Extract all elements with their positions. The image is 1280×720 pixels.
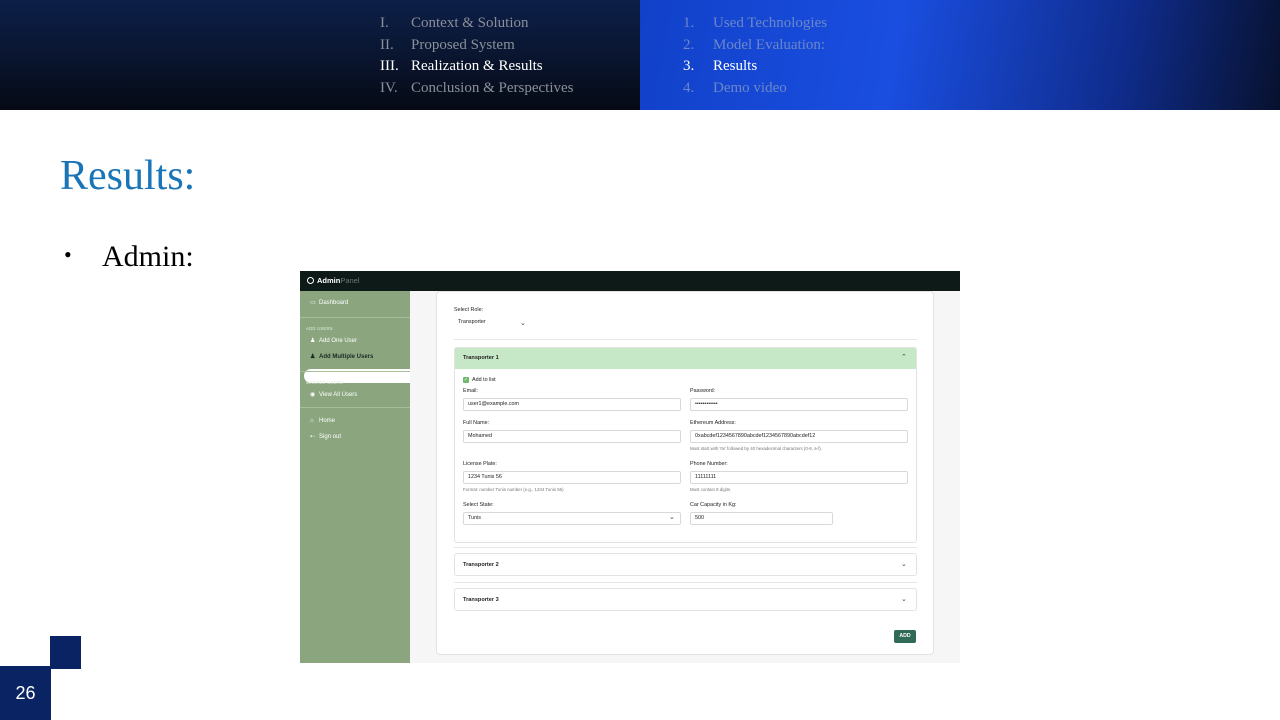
- ethereum-address-field[interactable]: 0xabcdef1234567890abcdef1234567890abcdef…: [690, 430, 908, 443]
- outline-item: I. Context & Solution: [380, 13, 573, 35]
- sign-out-icon: ⇠: [310, 434, 316, 440]
- page-number: 26: [0, 666, 51, 720]
- form-card: Select Role: Transporter ⌄ Transporter 1…: [436, 291, 934, 655]
- license-plate-label: License Plate:: [463, 461, 497, 467]
- full-name-label: Full Name:: [463, 420, 490, 426]
- email-label: Email:: [463, 388, 478, 394]
- license-plate-field[interactable]: 1234 Tunis 56: [463, 471, 681, 484]
- bullet-item: • Admin:: [64, 240, 194, 274]
- outline-number: 3.: [683, 58, 695, 74]
- outline-main: I. Context & Solution II. Proposed System …: [380, 13, 573, 99]
- add-to-list-label: Add to list: [472, 377, 496, 383]
- admin-brand: AdminPanel: [307, 276, 360, 285]
- accordion-title: Transporter 2: [463, 562, 499, 568]
- outline-number: 2.: [683, 36, 695, 53]
- outline-label: Demo video: [713, 79, 787, 96]
- ethereum-address-label: Ethereum Address:: [690, 420, 736, 426]
- sidebar-divider: [300, 407, 410, 408]
- phone-number-field[interactable]: 11111111: [690, 471, 908, 484]
- brand-suffix: Panel: [340, 276, 360, 285]
- outline-label: Conclusion & Perspectives: [411, 79, 574, 96]
- accordion-transporter-2[interactable]: Transporter 2 ⌄: [454, 553, 917, 576]
- sidebar-item-view-all[interactable]: ◉ View All Users: [310, 391, 357, 398]
- eye-icon: ◉: [310, 392, 316, 398]
- divider: [454, 547, 917, 548]
- outline-label: Used Technologies: [713, 15, 828, 31]
- home-icon: ⌂: [310, 418, 314, 424]
- outline-label: Results: [713, 58, 758, 74]
- outline-item: IV. Conclusion & Perspectives: [380, 78, 573, 100]
- accordion-header-transporter-1[interactable]: Transporter 1 ⌃: [455, 348, 916, 369]
- password-field[interactable]: ••••••••••••: [690, 398, 908, 411]
- add-button[interactable]: ADD: [894, 630, 916, 643]
- accordion-title: Transporter 1: [463, 355, 499, 361]
- license-plate-hint: Format: number Tunis number (e.g., 1234 …: [463, 487, 564, 492]
- chevron-down-icon: ⌄: [901, 561, 907, 568]
- outline-number: IV.: [380, 79, 398, 96]
- bullet-dot-icon: •: [64, 242, 72, 267]
- accordion-transporter-1: Transporter 1 ⌃ ✓ Add to list Email: use…: [454, 347, 917, 543]
- person-icon: ♟: [310, 338, 316, 344]
- group-icon: ♟: [310, 354, 316, 360]
- decorative-square: [50, 636, 81, 669]
- accordion-title: Transporter 3: [463, 597, 499, 603]
- sidebar-divider: [300, 317, 410, 318]
- outline-label: Realization & Results: [411, 58, 543, 74]
- car-capacity-field[interactable]: 500: [690, 512, 833, 525]
- sub-outline-item: 1. Used Technologies: [683, 13, 827, 35]
- password-label: Password:: [690, 388, 716, 394]
- chevron-down-icon: ⌄: [669, 514, 675, 521]
- admin-sidebar: ▭ Dashboard ADD USERS ♟ Add One User ♟ Add …: [300, 291, 410, 663]
- sidebar-item-add-multiple[interactable]: ♟ Add Multiple Users: [310, 353, 373, 360]
- outline-number: 4.: [683, 79, 695, 96]
- dashboard-icon: ▭: [310, 300, 316, 306]
- sidebar-item-sign-out[interactable]: ⇠ Sign out: [310, 433, 341, 440]
- outline-item: II. Proposed System: [380, 35, 573, 57]
- email-field[interactable]: user1@example.com: [463, 398, 681, 411]
- select-role-label: Select Role:: [454, 307, 484, 313]
- sidebar-item-dashboard[interactable]: ▭ Dashboard: [310, 299, 348, 306]
- car-capacity-label: Car Capacity in Kg:: [690, 502, 737, 508]
- divider: [454, 339, 917, 340]
- phone-number-hint: Must contain 8 digits.: [690, 487, 732, 492]
- outline-number: 1.: [683, 15, 695, 31]
- outline-number: II.: [380, 36, 394, 53]
- brand-name: Admin: [317, 276, 341, 285]
- select-state-label: Select State:: [463, 502, 494, 508]
- outline-label: Proposed System: [411, 36, 515, 53]
- full-name-field[interactable]: Mohamed: [463, 430, 681, 443]
- outline-number: III.: [380, 58, 399, 74]
- outline-number: I.: [380, 15, 389, 31]
- admin-topbar: AdminPanel: [300, 271, 960, 291]
- outline-label: Model Evaluation:: [713, 36, 826, 53]
- sidebar-section-manage: MANAGE USERS: [306, 380, 344, 385]
- chevron-up-icon: ⌃: [901, 354, 907, 361]
- ethereum-address-hint: Must start with '0x' followed by 40 hexa…: [690, 446, 822, 451]
- sidebar-item-home[interactable]: ⌂ Home: [310, 418, 335, 424]
- bullet-text: Admin:: [102, 240, 194, 273]
- outline-item-current: III. Realization & Results: [380, 56, 573, 78]
- accordion-transporter-3[interactable]: Transporter 3 ⌄: [454, 588, 917, 611]
- outline-sub: 1. Used Technologies 2. Model Evaluation: …: [683, 13, 827, 99]
- add-to-list-checkbox[interactable]: ✓: [463, 377, 469, 383]
- phone-number-label: Phone Number:: [690, 461, 728, 467]
- chevron-down-icon: ⌄: [520, 320, 526, 327]
- divider: [454, 582, 917, 583]
- outline-label: Context & Solution: [411, 15, 529, 31]
- brand-logo-icon: [307, 277, 314, 284]
- slide-title: Results:: [60, 153, 196, 199]
- sidebar-divider: [300, 371, 410, 372]
- sidebar-section-add: ADD USERS: [306, 326, 333, 331]
- admin-panel-screenshot: AdminPanel ▭ Dashboard ADD USERS ♟ Add One…: [300, 271, 960, 663]
- sub-outline-item: 2. Model Evaluation:: [683, 35, 827, 57]
- sub-outline-item-current: 3. Results: [683, 56, 827, 78]
- select-state-dropdown[interactable]: Tunis: [463, 512, 681, 525]
- sub-outline-item: 4. Demo video: [683, 78, 827, 100]
- chevron-down-icon: ⌄: [901, 596, 907, 603]
- sidebar-item-add-one[interactable]: ♟ Add One User: [310, 337, 357, 344]
